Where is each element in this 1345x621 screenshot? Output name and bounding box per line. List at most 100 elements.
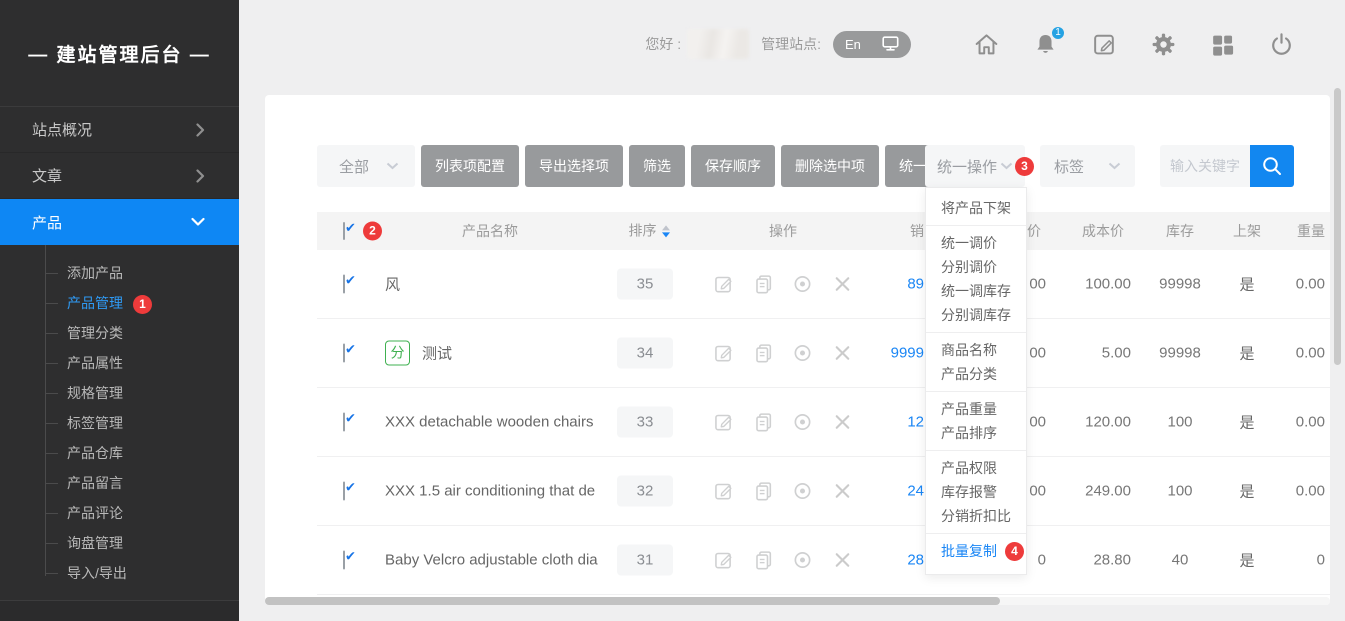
power-logout-icon[interactable] [1267, 30, 1295, 58]
filter-all-select[interactable]: 全部 [317, 145, 415, 187]
weight-value: 0.00 [1255, 276, 1325, 293]
list-item-config-button[interactable]: 列表项配置 [421, 145, 519, 187]
sidebar-item-site-overview[interactable]: 站点概况 [0, 107, 239, 153]
product-name: XXX detachable wooden chairs [385, 414, 593, 431]
submenu-item-product-messages[interactable]: 产品留言 [0, 468, 239, 498]
cost-value: 120.00 [1031, 414, 1131, 431]
copy-icon[interactable] [753, 274, 774, 295]
weight-value: 0 [1255, 552, 1325, 569]
edit-icon[interactable] [713, 274, 734, 295]
horizontal-scrollbar-track[interactable] [265, 597, 1330, 605]
copy-icon[interactable] [753, 343, 774, 364]
sidebar-item-label: 站点概况 [32, 119, 92, 140]
submenu-item-add-product[interactable]: 添加产品 [0, 258, 239, 288]
row-checkbox[interactable] [343, 275, 345, 294]
search-button[interactable] [1250, 145, 1294, 187]
view-icon[interactable] [792, 550, 813, 571]
divider [926, 225, 1026, 226]
table-row: Baby Velcro adjustable cloth dia 31 28 0… [317, 526, 1330, 595]
dropdown-item-product-permission[interactable]: 产品权限 [926, 456, 1026, 480]
submenu-item-product-reviews[interactable]: 产品评论 [0, 498, 239, 528]
submenu-item-manage-categories[interactable]: 管理分类 [0, 318, 239, 348]
save-order-button[interactable]: 保存顺序 [691, 145, 775, 187]
view-icon[interactable] [792, 412, 813, 433]
dropdown-item-stock-alert[interactable]: 库存报警 [926, 480, 1026, 504]
sidebar-item-articles[interactable]: 文章 [0, 153, 239, 199]
sort-value-input[interactable]: 34 [617, 338, 673, 369]
sidebar-item-label: 文章 [32, 165, 62, 186]
table-row: 风 35 89 00 100.00 99998 是 0.00 [317, 250, 1330, 319]
sort-value-input[interactable]: 31 [617, 545, 673, 576]
submenu-item-inquiry-management[interactable]: 询盘管理 [0, 528, 239, 558]
row-checkbox[interactable] [343, 482, 345, 501]
dropdown-item-uniform-price[interactable]: 统一调价 [926, 231, 1026, 255]
row-checkbox[interactable] [343, 344, 345, 363]
submenu-item-product-warehouse[interactable]: 产品仓库 [0, 438, 239, 468]
select-all-checkbox[interactable] [343, 222, 345, 240]
sort-value-input[interactable]: 35 [617, 269, 673, 300]
apps-grid-icon[interactable] [1208, 30, 1236, 58]
copy-icon[interactable] [753, 550, 774, 571]
row-checkbox[interactable] [343, 413, 345, 432]
edit-icon[interactable] [713, 343, 734, 364]
view-icon[interactable] [792, 481, 813, 502]
dropdown-item-uniform-stock[interactable]: 统一调库存 [926, 279, 1026, 303]
notifications-bell-icon[interactable]: 1 [1031, 30, 1059, 58]
weight-value: 0.00 [1255, 414, 1325, 431]
sales-link[interactable]: 24 [837, 483, 924, 500]
edit-icon[interactable] [713, 412, 734, 433]
copy-icon[interactable] [753, 412, 774, 433]
submenu-item-product-management[interactable]: 产品管理1 [0, 288, 239, 318]
sort-value-input[interactable]: 33 [617, 407, 673, 438]
row-actions [713, 550, 853, 571]
sales-link[interactable]: 12 [837, 414, 924, 431]
row-checkbox[interactable] [343, 551, 345, 570]
dropdown-item-individual-stock[interactable]: 分别调库存 [926, 303, 1026, 327]
batch-operation-select[interactable]: 统一操作 3 [925, 145, 1025, 187]
edit-icon[interactable] [713, 481, 734, 502]
search-bar [1160, 145, 1294, 187]
copy-icon[interactable] [753, 481, 774, 502]
sales-link[interactable]: 9999 [837, 345, 924, 362]
dropdown-item-product-weight[interactable]: 产品重量 [926, 397, 1026, 421]
sidebar-item-products[interactable]: 产品 [0, 199, 239, 245]
export-selected-button[interactable]: 导出选择项 [525, 145, 623, 187]
submenu-item-spec-management[interactable]: 规格管理 [0, 378, 239, 408]
annotation-badge-3: 3 [1015, 157, 1034, 176]
dropdown-item-unlist-products[interactable]: 将产品下架 [926, 196, 1026, 220]
dropdown-item-individual-price[interactable]: 分别调价 [926, 255, 1026, 279]
submenu-item-import-export[interactable]: 导入/导出 [0, 558, 239, 588]
horizontal-scrollbar-thumb[interactable] [265, 597, 1000, 605]
sales-link[interactable]: 28 [837, 552, 924, 569]
annotation-badge-2: 2 [363, 222, 382, 241]
home-icon[interactable] [972, 30, 1000, 58]
product-name: Baby Velcro adjustable cloth dia [385, 552, 598, 569]
search-input[interactable] [1160, 145, 1250, 187]
app-title: — 建站管理后台 — [0, 0, 239, 106]
column-header-sort[interactable]: 排序 [595, 220, 695, 241]
weight-value: 0.00 [1255, 483, 1325, 500]
dropdown-item-batch-copy[interactable]: 批量复制 4 [926, 539, 1026, 563]
tag-select[interactable]: 标签 [1040, 145, 1135, 187]
language-site-switcher[interactable]: En [833, 31, 911, 58]
submenu-item-tag-management[interactable]: 标签管理 [0, 408, 239, 438]
edit-icon[interactable] [713, 550, 734, 571]
view-icon[interactable] [792, 343, 813, 364]
sidebar: — 建站管理后台 — 站点概况 文章 产品 添加产品 产品管理1 管理分类 产品… [0, 0, 239, 621]
edit-icon[interactable] [1090, 30, 1118, 58]
submenu-item-product-attributes[interactable]: 产品属性 [0, 348, 239, 378]
divider [926, 533, 1026, 534]
column-header-product-name: 产品名称 [385, 221, 595, 241]
dropdown-item-product-sort[interactable]: 产品排序 [926, 421, 1026, 445]
sort-value-input[interactable]: 32 [617, 476, 673, 507]
settings-gear-icon[interactable] [1149, 30, 1177, 58]
dropdown-item-distribution-discount[interactable]: 分销折扣比 [926, 504, 1026, 528]
vertical-scrollbar-thumb[interactable] [1334, 88, 1341, 365]
filter-button[interactable]: 筛选 [629, 145, 685, 187]
top-bar: 您好 : 管理站点: En 1 [645, 0, 1295, 88]
sales-link[interactable]: 89 [837, 276, 924, 293]
dropdown-item-product-name[interactable]: 商品名称 [926, 338, 1026, 362]
dropdown-item-product-category[interactable]: 产品分类 [926, 362, 1026, 386]
view-icon[interactable] [792, 274, 813, 295]
delete-selected-button[interactable]: 删除选中项 [781, 145, 879, 187]
